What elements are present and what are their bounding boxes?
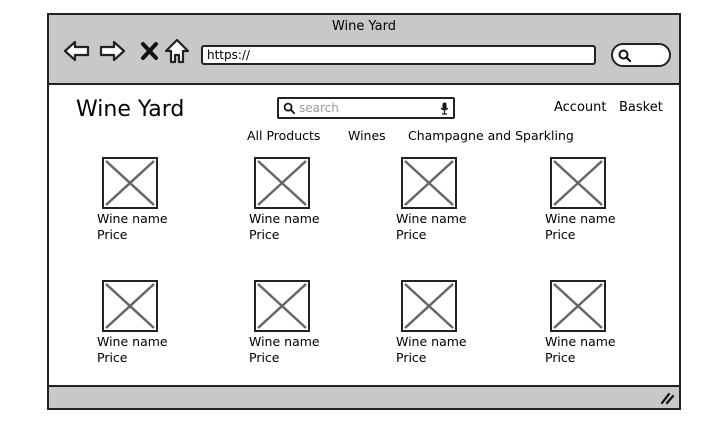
site-search-input[interactable]: search — [277, 97, 455, 119]
product-name: Wine name — [97, 334, 168, 349]
category-all-products[interactable]: All Products — [247, 128, 320, 143]
category-wines[interactable]: Wines — [348, 128, 386, 143]
product-name: Wine name — [249, 211, 320, 226]
microphone-icon[interactable] — [440, 102, 449, 115]
product-name: Wine name — [396, 211, 467, 226]
product-price: Price — [545, 227, 576, 242]
product-price: Price — [396, 350, 427, 365]
back-arrow-icon[interactable] — [63, 37, 91, 65]
search-placeholder: search — [299, 101, 339, 115]
product-price: Price — [545, 350, 576, 365]
product-name: Wine name — [97, 211, 168, 226]
product-image-placeholder — [254, 280, 310, 332]
product-name: Wine name — [545, 334, 616, 349]
product-price: Price — [396, 227, 427, 242]
product-image-placeholder — [401, 157, 457, 209]
search-icon — [618, 49, 632, 63]
close-icon[interactable] — [136, 37, 164, 65]
product-image-placeholder — [550, 280, 606, 332]
home-icon[interactable] — [163, 37, 191, 65]
product-image-placeholder — [254, 157, 310, 209]
product-price: Price — [249, 350, 280, 365]
browser-search-button[interactable] — [611, 43, 671, 67]
product-price: Price — [97, 350, 128, 365]
status-bar — [49, 385, 679, 408]
window-title: Wine Yard — [331, 19, 397, 34]
product-image-placeholder — [550, 157, 606, 209]
account-link[interactable]: Account — [554, 100, 607, 115]
page-content: Wine Yard search Account Basket All Prod… — [49, 85, 679, 385]
product-price: Price — [249, 227, 280, 242]
forward-arrow-icon[interactable] — [98, 37, 126, 65]
browser-window: Wine Yard https:// Wine Yard search Acco… — [47, 13, 681, 410]
category-champagne-sparkling[interactable]: Champagne and Sparkling — [408, 128, 574, 143]
product-name: Wine name — [545, 211, 616, 226]
product-image-placeholder — [401, 280, 457, 332]
product-image-placeholder — [102, 280, 158, 332]
product-price: Price — [97, 227, 128, 242]
site-logo[interactable]: Wine Yard — [76, 97, 184, 122]
resize-handle-icon[interactable] — [659, 391, 675, 405]
product-name: Wine name — [396, 334, 467, 349]
url-bar[interactable]: https:// — [201, 45, 596, 65]
search-icon — [283, 102, 296, 115]
product-name: Wine name — [249, 334, 320, 349]
basket-link[interactable]: Basket — [619, 100, 663, 115]
browser-chrome: Wine Yard https:// — [49, 15, 679, 85]
product-image-placeholder — [102, 157, 158, 209]
